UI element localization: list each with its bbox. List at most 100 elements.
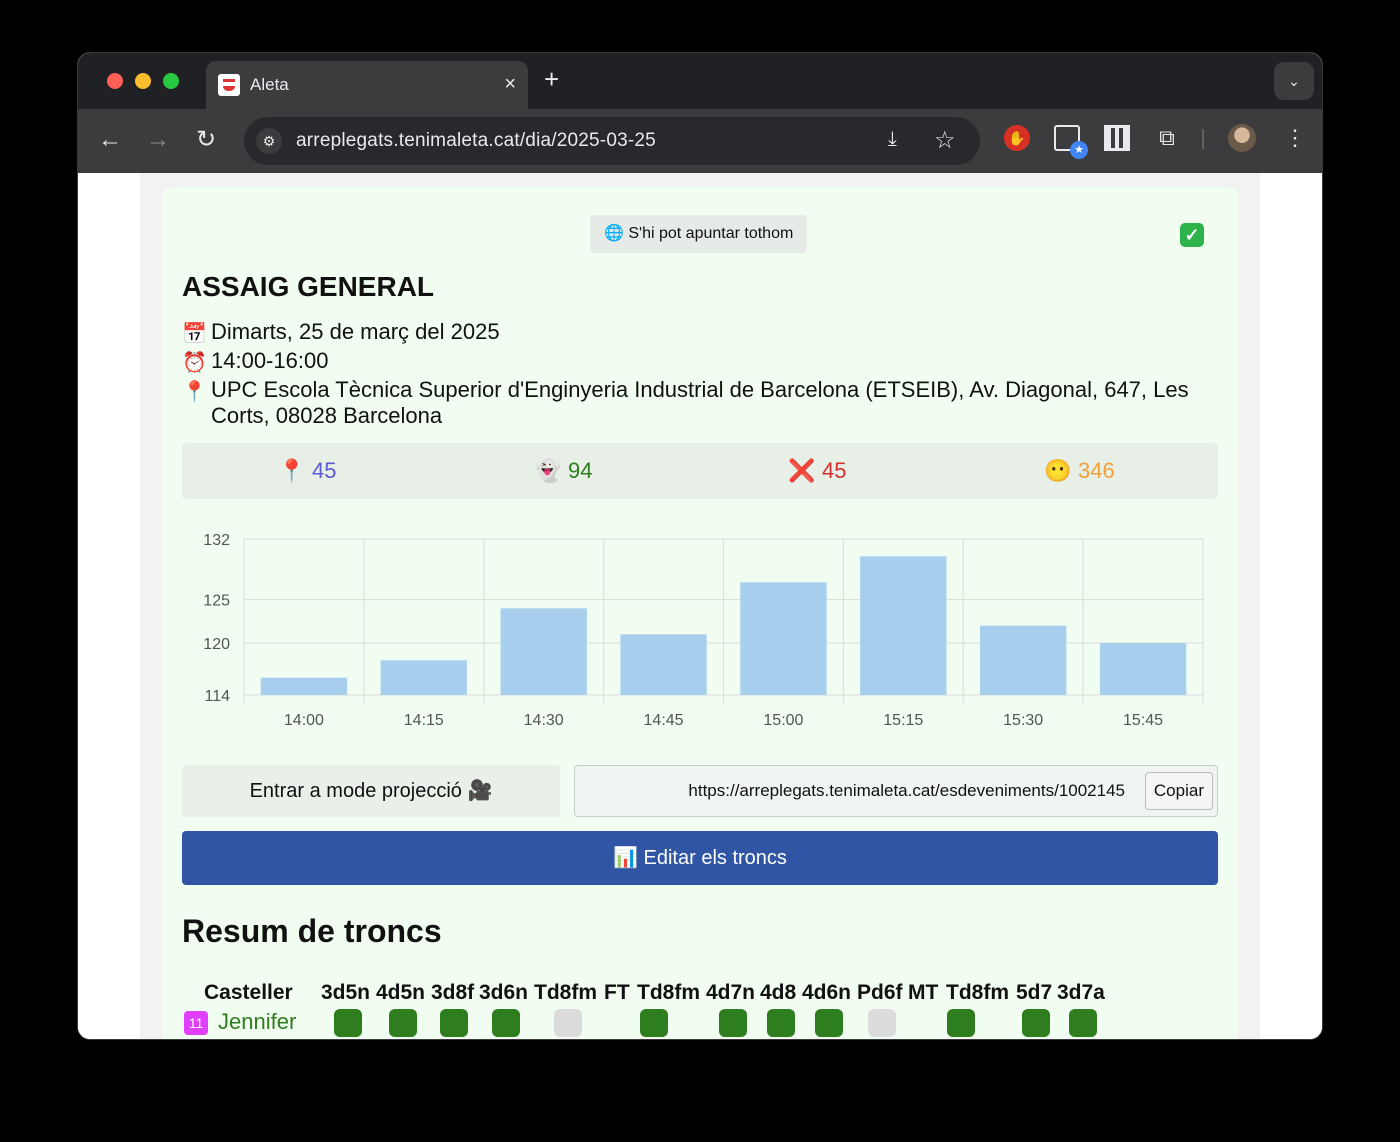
column-header: 5d7 [1016, 981, 1053, 1004]
stat-ghost-value: 94 [568, 458, 593, 483]
tronc-status-cell[interactable] [334, 1009, 362, 1037]
page-viewport: 🌐 S'hi pot apuntar tothom ✓ ASSAIG GENER… [78, 173, 1322, 1039]
tronc-status-cell[interactable] [640, 1009, 668, 1037]
column-header: FT [604, 981, 630, 1004]
x-tick-label: 14:15 [404, 712, 444, 729]
back-arrow-icon[interactable]: ← [98, 125, 122, 155]
share-url-field[interactable]: https://arreplegats.tenimaleta.cat/esdev… [574, 765, 1218, 817]
column-header: Casteller [204, 981, 293, 1004]
tronc-status-cell[interactable] [719, 1009, 747, 1037]
tronc-status-cell[interactable] [947, 1009, 975, 1037]
minimize-window-button[interactable] [135, 73, 151, 89]
tronc-status-cell[interactable] [440, 1009, 468, 1037]
aleta-favicon-icon [218, 74, 240, 96]
qr-code-extension-icon[interactable] [1104, 125, 1130, 151]
stat-ghost: 👻 94 [534, 457, 592, 485]
tronc-status-cell[interactable] [389, 1009, 417, 1037]
calendar-icon: 📅 [182, 323, 207, 345]
x-tick-label: 14:45 [644, 712, 684, 729]
event-title: ASSAIG GENERAL [182, 271, 435, 302]
toolbar-divider [1202, 129, 1204, 149]
ghost-icon: 👻 [534, 458, 562, 483]
chart-bar [260, 677, 348, 695]
address-bar[interactable]: ⚙ arreplegats.tenimaleta.cat/dia/2025-03… [244, 117, 980, 165]
tronc-status-cell[interactable] [815, 1009, 843, 1037]
chart-bar [860, 556, 947, 695]
chart-bar [980, 625, 1067, 695]
close-window-button[interactable] [107, 73, 123, 89]
column-header: Pd6f [857, 981, 903, 1004]
chart-bar [380, 660, 467, 695]
profile-avatar[interactable] [1228, 124, 1256, 152]
new-tab-button[interactable]: + [544, 65, 559, 93]
tronc-status-cell[interactable] [492, 1009, 520, 1037]
column-header: 3d5n [321, 981, 371, 1004]
stat-going: 📍 45 [278, 457, 336, 485]
install-app-icon[interactable]: ⤓ [888, 128, 897, 151]
share-url-text[interactable]: https://arreplegats.tenimaleta.cat/esdev… [688, 781, 1125, 801]
tab-aleta[interactable]: Aleta × [206, 61, 528, 109]
site-settings-icon[interactable]: ⚙ [256, 128, 282, 154]
column-header: Td8fm [637, 981, 700, 1004]
stat-not-going: ❌ 45 [788, 457, 846, 485]
x-tick-label: 15:00 [763, 712, 803, 729]
event-date: Dimarts, 25 de març del 2025 [211, 319, 500, 344]
confirmed-check-icon: ✓ [1180, 223, 1204, 247]
open-to-all-badge: 🌐 S'hi pot apuntar tothom [590, 215, 808, 253]
chart-bar [620, 634, 707, 695]
tab-bar: Aleta × + ⌄ [78, 53, 1322, 109]
reload-icon[interactable]: ↻ [196, 125, 216, 155]
pin-icon: 📍 [182, 381, 207, 403]
projection-mode-button[interactable]: Entrar a mode projecció 🎥 [182, 765, 560, 817]
alarm-clock-icon: ⏰ [182, 352, 207, 374]
member-name[interactable]: Jennifer [218, 1009, 296, 1035]
extensions-puzzle-icon[interactable]: ⧉ [1154, 125, 1180, 151]
column-header: Td8fm [946, 981, 1009, 1004]
event-date-row: 📅 Dimarts, 25 de març del 2025 [182, 319, 1222, 347]
cross-icon: ❌ [788, 458, 816, 483]
column-header: 3d7a [1057, 981, 1105, 1004]
copy-button[interactable]: Copiar [1144, 772, 1213, 810]
column-header: 4d8 [760, 981, 797, 1004]
stop-hand-extension-icon[interactable]: ✋ [1004, 125, 1030, 151]
bookmark-star-icon[interactable]: ☆ [934, 126, 956, 155]
column-header: Td8fm [534, 981, 597, 1004]
edit-troncs-button[interactable]: 📊 Editar els troncs [182, 831, 1218, 885]
tronc-status-cell[interactable] [554, 1009, 582, 1037]
x-tick-label: 15:45 [1123, 712, 1163, 729]
neutral-face-icon: 😶 [1044, 458, 1072, 483]
stat-unknown-value: 346 [1078, 458, 1115, 483]
chart-bar [740, 582, 827, 695]
forward-arrow-icon[interactable]: → [146, 125, 170, 155]
summary-title: Resum de troncs [182, 913, 442, 949]
stat-going-value: 45 [312, 458, 337, 483]
event-time: 14:00-16:00 [211, 348, 329, 373]
x-tick-label: 15:30 [1003, 712, 1043, 729]
x-tick-label: 15:15 [883, 712, 923, 729]
tab-search-chevron-icon[interactable]: ⌄ [1274, 62, 1314, 100]
tronc-status-cell[interactable] [1022, 1009, 1050, 1037]
url-text[interactable]: arreplegats.tenimaleta.cat/dia/2025-03-2… [296, 130, 656, 152]
column-header: 4d5n [376, 981, 426, 1004]
attendance-chart: 114 120 125 132 14:00 14:15 14:30 14:45 15:00 15:… [203, 532, 1204, 729]
tronc-status-cell[interactable] [1069, 1009, 1097, 1037]
maximize-window-button[interactable] [163, 73, 179, 89]
y-tick-label: 132 [203, 532, 230, 549]
event-place-row: 📍 UPC Escola Tècnica Superior d'Enginyer… [182, 377, 1222, 431]
y-tick-label: 125 [203, 593, 230, 610]
chart-bar [500, 608, 587, 695]
tab-close-icon[interactable]: × [504, 72, 516, 96]
member-number-badge: 11 [184, 1011, 208, 1035]
event-card: 🌐 S'hi pot apuntar tothom ✓ ASSAIG GENER… [162, 187, 1238, 1039]
tronc-status-cell[interactable] [868, 1009, 896, 1037]
column-header: MT [908, 981, 939, 1004]
browser-menu-icon[interactable]: ⋮ [1284, 125, 1306, 151]
pin-icon: 📍 [278, 458, 306, 483]
column-header: 3d8f [431, 981, 475, 1004]
chart-bar [1099, 643, 1187, 695]
tronc-status-cell[interactable] [767, 1009, 795, 1037]
x-tick-label: 14:30 [524, 712, 564, 729]
x-tick-label: 14:00 [284, 712, 324, 729]
stat-not-going-value: 45 [822, 458, 847, 483]
cast-extension-icon[interactable] [1054, 125, 1088, 159]
